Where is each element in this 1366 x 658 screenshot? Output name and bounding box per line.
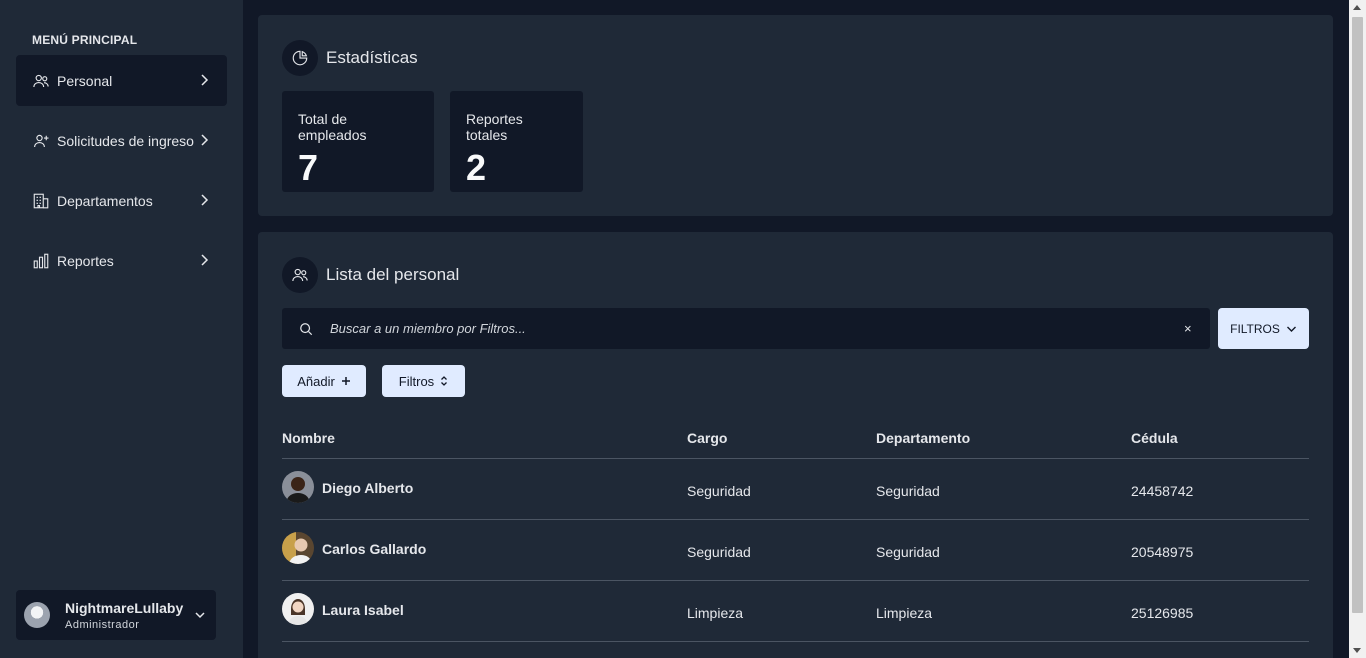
table-row[interactable]: Carlos Gallardo Seguridad Seguridad 2054… <box>282 520 1309 581</box>
table-row[interactable]: Laura Isabel Limpieza Limpieza 25126985 <box>282 581 1309 642</box>
employee-name: Carlos Gallardo <box>322 541 427 557</box>
app: MENÚ PRINCIPAL Personal Solicitudes de i… <box>0 0 1366 658</box>
filters-label: Filtros <box>398 373 435 389</box>
chevron-down-icon <box>195 612 205 619</box>
stat-label: Total de empleados <box>298 111 367 143</box>
plus-icon <box>341 376 351 386</box>
menu-title: MENÚ PRINCIPAL <box>32 33 138 47</box>
employee-cedula: 25126985 <box>1131 605 1194 621</box>
staff-table: Nombre Cargo Departamento Cédula Diego A… <box>282 418 1309 642</box>
employee-cargo: Seguridad <box>687 544 751 560</box>
sidebar-item-departamentos[interactable]: Departamentos <box>16 175 227 226</box>
column-header-departamento[interactable]: Departamento <box>876 430 970 446</box>
sidebar-item-label: Reportes <box>57 252 114 269</box>
user-name: NightmareLullaby <box>65 599 184 616</box>
employee-departamento: Limpieza <box>876 605 933 621</box>
avatar <box>24 602 50 628</box>
chevron-right-icon <box>201 134 209 146</box>
page-scrollbar[interactable] <box>1349 0 1366 658</box>
sidebar-item-reportes[interactable]: Reportes <box>16 235 227 286</box>
chevron-right-icon <box>201 254 209 266</box>
table-header: Nombre Cargo Departamento Cédula <box>282 418 1309 459</box>
sidebar-item-personal[interactable]: Personal <box>16 55 227 106</box>
filters-button[interactable]: Filtros <box>382 365 465 397</box>
staff-list-panel: Lista del personal × FILTROS Añadir <box>258 232 1333 658</box>
add-label: Añadir <box>297 373 335 389</box>
search-bar: × <box>282 308 1210 349</box>
employee-cedula: 20548975 <box>1131 544 1194 560</box>
filters-dropdown-button[interactable]: FILTROS <box>1218 308 1309 349</box>
employee-cedula: 24458742 <box>1131 483 1194 499</box>
user-plus-icon <box>32 132 50 150</box>
sidebar-item-label: Solicitudes de ingreso <box>57 132 194 149</box>
user-role: Administrador <box>65 618 140 631</box>
scroll-thumb[interactable] <box>1352 17 1363 613</box>
sidebar-item-solicitudes[interactable]: Solicitudes de ingreso <box>16 115 227 166</box>
avatar <box>282 471 314 503</box>
user-menu[interactable]: NightmareLullaby Administrador <box>16 590 216 640</box>
search-input[interactable] <box>330 321 1184 336</box>
scroll-up-arrow-icon[interactable] <box>1353 5 1361 10</box>
pie-chart-icon <box>282 40 318 76</box>
stat-value: 2 <box>466 147 487 188</box>
employee-departamento: Seguridad <box>876 483 940 499</box>
bar-chart-icon <box>32 252 50 270</box>
user-info: NightmareLullaby Administrador <box>65 600 183 631</box>
sidebar-item-label: Personal <box>57 72 113 89</box>
avatar <box>282 532 314 564</box>
stat-card-empleados: Total de empleados 7 <box>282 91 434 192</box>
chevron-right-icon <box>201 194 209 206</box>
main-content: Estadísticas Total de empleados 7 Report… <box>243 0 1349 658</box>
sidebar: MENÚ PRINCIPAL Personal Solicitudes de i… <box>0 0 243 658</box>
column-header-cedula[interactable]: Cédula <box>1131 430 1178 446</box>
filters-dropdown-label: FILTROS <box>1230 321 1280 336</box>
employee-name: Diego Alberto <box>322 480 414 496</box>
employee-cargo: Seguridad <box>687 483 751 499</box>
column-header-cargo[interactable]: Cargo <box>687 430 727 446</box>
stat-card-reportes: Reportes totales 2 <box>450 91 583 192</box>
chevron-down-icon <box>1286 325 1297 333</box>
scroll-down-arrow-icon[interactable] <box>1353 648 1361 653</box>
sort-icon <box>440 375 448 387</box>
stats-title: Estadísticas <box>326 48 418 67</box>
employee-name: Laura Isabel <box>322 602 404 618</box>
table-row[interactable]: Diego Alberto Seguridad Seguridad 244587… <box>282 459 1309 520</box>
building-icon <box>32 192 50 210</box>
list-title: Lista del personal <box>326 265 460 284</box>
clear-search-button[interactable]: × <box>1184 322 1196 335</box>
users-icon <box>32 72 50 90</box>
employee-departamento: Seguridad <box>876 544 940 560</box>
stats-panel: Estadísticas Total de empleados 7 Report… <box>258 15 1333 216</box>
avatar <box>282 593 314 625</box>
stat-label: Reportes totales <box>466 111 523 143</box>
column-header-nombre[interactable]: Nombre <box>282 430 335 446</box>
add-button[interactable]: Añadir <box>282 365 366 397</box>
stats-header: Estadísticas <box>282 40 418 76</box>
list-header: Lista del personal <box>282 257 459 293</box>
search-icon <box>300 322 313 335</box>
users-icon <box>282 257 318 293</box>
chevron-right-icon <box>201 74 209 86</box>
sidebar-item-label: Departamentos <box>57 192 153 209</box>
stat-value: 7 <box>298 147 319 188</box>
employee-cargo: Limpieza <box>687 605 744 621</box>
